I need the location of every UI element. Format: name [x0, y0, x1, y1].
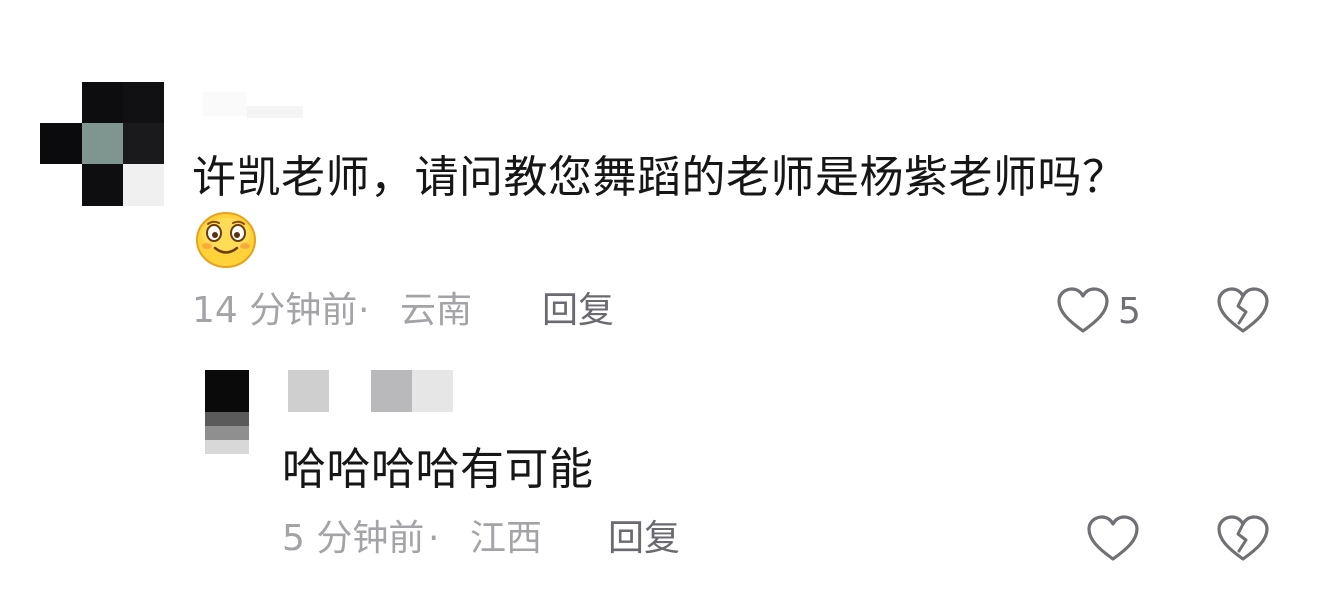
broken-heart-icon [1217, 287, 1269, 333]
comment-text: 许凯老师，请问教您舞蹈的老师是杨紫老师吗？ [192, 152, 1127, 203]
reply-like-button[interactable] [1085, 514, 1141, 564]
avatar[interactable] [40, 82, 164, 206]
username-blurred[interactable] [203, 92, 303, 118]
reply-button[interactable]: 回复 [608, 516, 680, 562]
reply-username-blurred[interactable] [288, 370, 454, 412]
reply-button[interactable]: 回复 [542, 288, 614, 334]
reply-text: 哈哈哈哈有可能 [282, 444, 594, 495]
heart-outline-icon [1087, 515, 1139, 561]
smiling-face-emoji [195, 210, 257, 268]
reply-dislike-button[interactable] [1215, 514, 1271, 564]
comment-location: 云南 [400, 290, 473, 331]
reply-location: 江西 [470, 518, 543, 559]
dislike-button[interactable] [1215, 286, 1271, 336]
like-button[interactable] [1055, 286, 1111, 336]
reply-timestamp: 5 分钟前 [282, 518, 425, 559]
heart-outline-icon [1057, 287, 1109, 333]
meta-separator: · [428, 518, 440, 559]
comment-timestamp: 14 分钟前 [192, 290, 358, 331]
like-count: 5 [1118, 291, 1141, 332]
meta-separator: · [358, 290, 370, 331]
broken-heart-icon [1217, 515, 1269, 561]
reply-avatar[interactable] [205, 370, 249, 454]
